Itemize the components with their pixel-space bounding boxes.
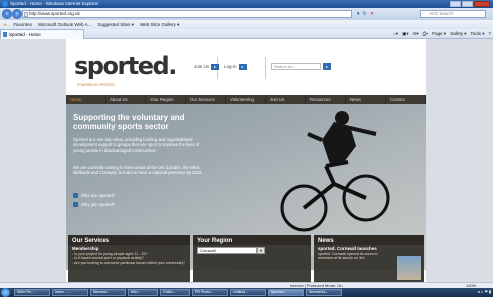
panel-title: News bbox=[314, 235, 424, 245]
nav-volunteering[interactable]: Volunteering bbox=[226, 95, 266, 104]
news-headline[interactable]: sported. Cornwall launches bbox=[314, 245, 424, 252]
sported-logo[interactable]: sported. bbox=[74, 53, 177, 79]
safety-menu[interactable]: Safety ▾ bbox=[450, 29, 466, 39]
favorites-bar: ★ Favorites Microsoft Outlook Web A... S… bbox=[0, 20, 493, 29]
feeds-icon[interactable]: ▣▾ bbox=[402, 29, 409, 39]
print-icon[interactable]: ⎙▾ bbox=[423, 29, 429, 39]
hero-paragraph: Sported is a one stop shop, providing fu… bbox=[73, 137, 200, 153]
url-input[interactable]: http://www.sported.org.uk bbox=[22, 10, 352, 18]
site-favicon-icon bbox=[3, 32, 7, 37]
tagline: POWERED BY SPORTED bbox=[77, 83, 115, 87]
dropdown-icon[interactable]: ▾ bbox=[357, 11, 360, 17]
home-icon[interactable]: ⌂▾ bbox=[393, 29, 398, 39]
arrow-icon: ▸ bbox=[238, 63, 247, 70]
page-icon bbox=[24, 12, 28, 17]
nav-news[interactable]: News bbox=[346, 95, 386, 104]
tools-menu[interactable]: Tools ▾ bbox=[470, 29, 484, 39]
tab-bar: Sported - Home ⌂▾ ▣▾ ✉▾ ⎙▾ Page ▾ Safety… bbox=[0, 29, 493, 39]
news-photo bbox=[397, 256, 421, 280]
sported-site: sported. POWERED BY SPORTED Join Us ▸ Log… bbox=[66, 39, 426, 282]
stop-icon[interactable]: ✕ bbox=[370, 11, 374, 17]
why-join-sported-link[interactable]: Why join sported? bbox=[73, 202, 115, 208]
panel-title: Our Services bbox=[68, 235, 190, 245]
nav-join-us[interactable]: Join Us bbox=[266, 95, 306, 104]
nav-about-us[interactable]: About Us bbox=[106, 95, 146, 104]
hero-paragraph: We are currently running in three areas … bbox=[73, 165, 203, 176]
panel-title: Your Region bbox=[193, 235, 311, 245]
login-label: Log-in bbox=[224, 64, 237, 69]
window-title-bar: Sported - Home - Windows Internet Explor… bbox=[0, 0, 493, 8]
back-button[interactable]: ‹ bbox=[2, 9, 12, 19]
who-are-sported-link[interactable]: Who are sported? bbox=[73, 193, 115, 199]
arrow-icon bbox=[73, 202, 78, 208]
nav-your-region[interactable]: Your Region bbox=[146, 95, 186, 104]
your-region-panel: Your Region Cornwall ▾ bbox=[193, 235, 311, 282]
page-menu[interactable]: Page ▾ bbox=[432, 29, 446, 39]
maximize-button[interactable] bbox=[462, 1, 473, 7]
refresh-icon[interactable]: ↻ bbox=[363, 11, 367, 17]
taskbar-item[interactable]: Untitled - bbox=[230, 289, 266, 296]
command-bar: ⌂▾ ▣▾ ✉▾ ⎙▾ Page ▾ Safety ▾ Tools ▾ ? bbox=[393, 29, 491, 39]
hero-title: Supporting the voluntary and community s… bbox=[73, 113, 185, 131]
close-button[interactable] bbox=[474, 1, 490, 7]
link-label: Why join sported? bbox=[81, 202, 116, 207]
news-panel: News sported. Cornwall launches sported.… bbox=[314, 235, 424, 282]
address-bar-row: ‹ › http://www.sported.org.uk ▾ ↻ ✕ AVG … bbox=[0, 8, 493, 20]
taskbar-item[interactable]: Micr... bbox=[128, 289, 158, 296]
main-nav: Home About Us Your Region Our Services V… bbox=[66, 95, 426, 104]
arrow-icon: ▸ bbox=[211, 63, 220, 70]
taskbar-item[interactable]: Write Fin... bbox=[14, 289, 50, 296]
taskbar-item[interactable]: PR Photo... bbox=[192, 289, 228, 296]
link-label: Who are sported? bbox=[81, 193, 116, 198]
window-title: Sported - Home - Windows Internet Explor… bbox=[10, 1, 99, 6]
search-input[interactable]: AVG Search bbox=[420, 10, 486, 18]
membership-heading[interactable]: Membership bbox=[68, 245, 190, 252]
nav-our-services[interactable]: Our Services bbox=[186, 95, 226, 104]
favorites-item[interactable]: Web Slice Gallery ▾ bbox=[140, 22, 179, 27]
favorites-item[interactable]: Suggested Sites ▾ bbox=[98, 22, 134, 27]
region-select[interactable]: Cornwall ▾ bbox=[197, 247, 265, 254]
favorites-item[interactable]: Microsoft Outlook Web A... bbox=[38, 22, 91, 27]
nav-resources[interactable]: Resources bbox=[306, 95, 346, 104]
address-icons: ▾ ↻ ✕ bbox=[357, 11, 374, 17]
nav-contact[interactable]: Contact bbox=[386, 95, 426, 104]
taskbar-item[interactable]: Microsoi... bbox=[90, 289, 126, 296]
page-viewport: sported. POWERED BY SPORTED Join Us ▸ Log… bbox=[0, 39, 493, 282]
window-controls bbox=[450, 1, 490, 7]
taskbar-tasks: Write Fin... Inbox - ... Microsoi... Mic… bbox=[14, 289, 342, 296]
url-text: http://www.sported.org.uk bbox=[29, 11, 80, 16]
mail-icon[interactable]: ✉▾ bbox=[413, 29, 419, 39]
help-icon[interactable]: ? bbox=[488, 29, 491, 39]
start-button[interactable] bbox=[1, 288, 10, 297]
taskbar-item-active[interactable]: Sported - bbox=[268, 289, 304, 296]
our-services-panel: Our Services Membership - Is your projec… bbox=[68, 235, 190, 282]
site-search-button[interactable]: ▸ bbox=[323, 63, 331, 70]
favorites-button[interactable]: Favorites bbox=[13, 22, 32, 27]
arrow-icon bbox=[73, 193, 78, 199]
taskbar-item[interactable]: Wonderful... bbox=[306, 289, 342, 296]
taskbar: Write Fin... Inbox - ... Microsoi... Mic… bbox=[0, 288, 493, 297]
chevron-down-icon[interactable]: ▾ bbox=[257, 247, 265, 254]
minimize-button[interactable] bbox=[450, 1, 461, 7]
header-divider bbox=[265, 57, 266, 79]
ie-logo-icon bbox=[2, 1, 8, 7]
favorites-star-icon[interactable]: ★ bbox=[3, 22, 7, 27]
region-selected: Cornwall bbox=[200, 248, 216, 253]
tab-label: Sported - Home bbox=[9, 32, 41, 37]
login-button[interactable]: Log-in ▸ bbox=[224, 63, 247, 70]
join-us-button[interactable]: Join Us ▸ bbox=[194, 63, 220, 70]
system-tray[interactable]: ◂ ♫ ⚑ ▮ bbox=[478, 289, 491, 296]
taskbar-item[interactable]: 3 Micr... bbox=[160, 289, 190, 296]
nav-home[interactable]: Home bbox=[66, 95, 106, 104]
tab-sported-home[interactable]: Sported - Home bbox=[0, 29, 84, 39]
forward-button[interactable]: › bbox=[12, 9, 22, 19]
news-text: sported. Cornwall opened its doors to me… bbox=[318, 252, 378, 261]
site-search-input[interactable]: Search for... bbox=[271, 63, 321, 70]
services-line: - Are you looking to overcome particular… bbox=[72, 260, 186, 265]
join-us-label: Join Us bbox=[194, 64, 210, 69]
taskbar-item[interactable]: Inbox - ... bbox=[52, 289, 88, 296]
